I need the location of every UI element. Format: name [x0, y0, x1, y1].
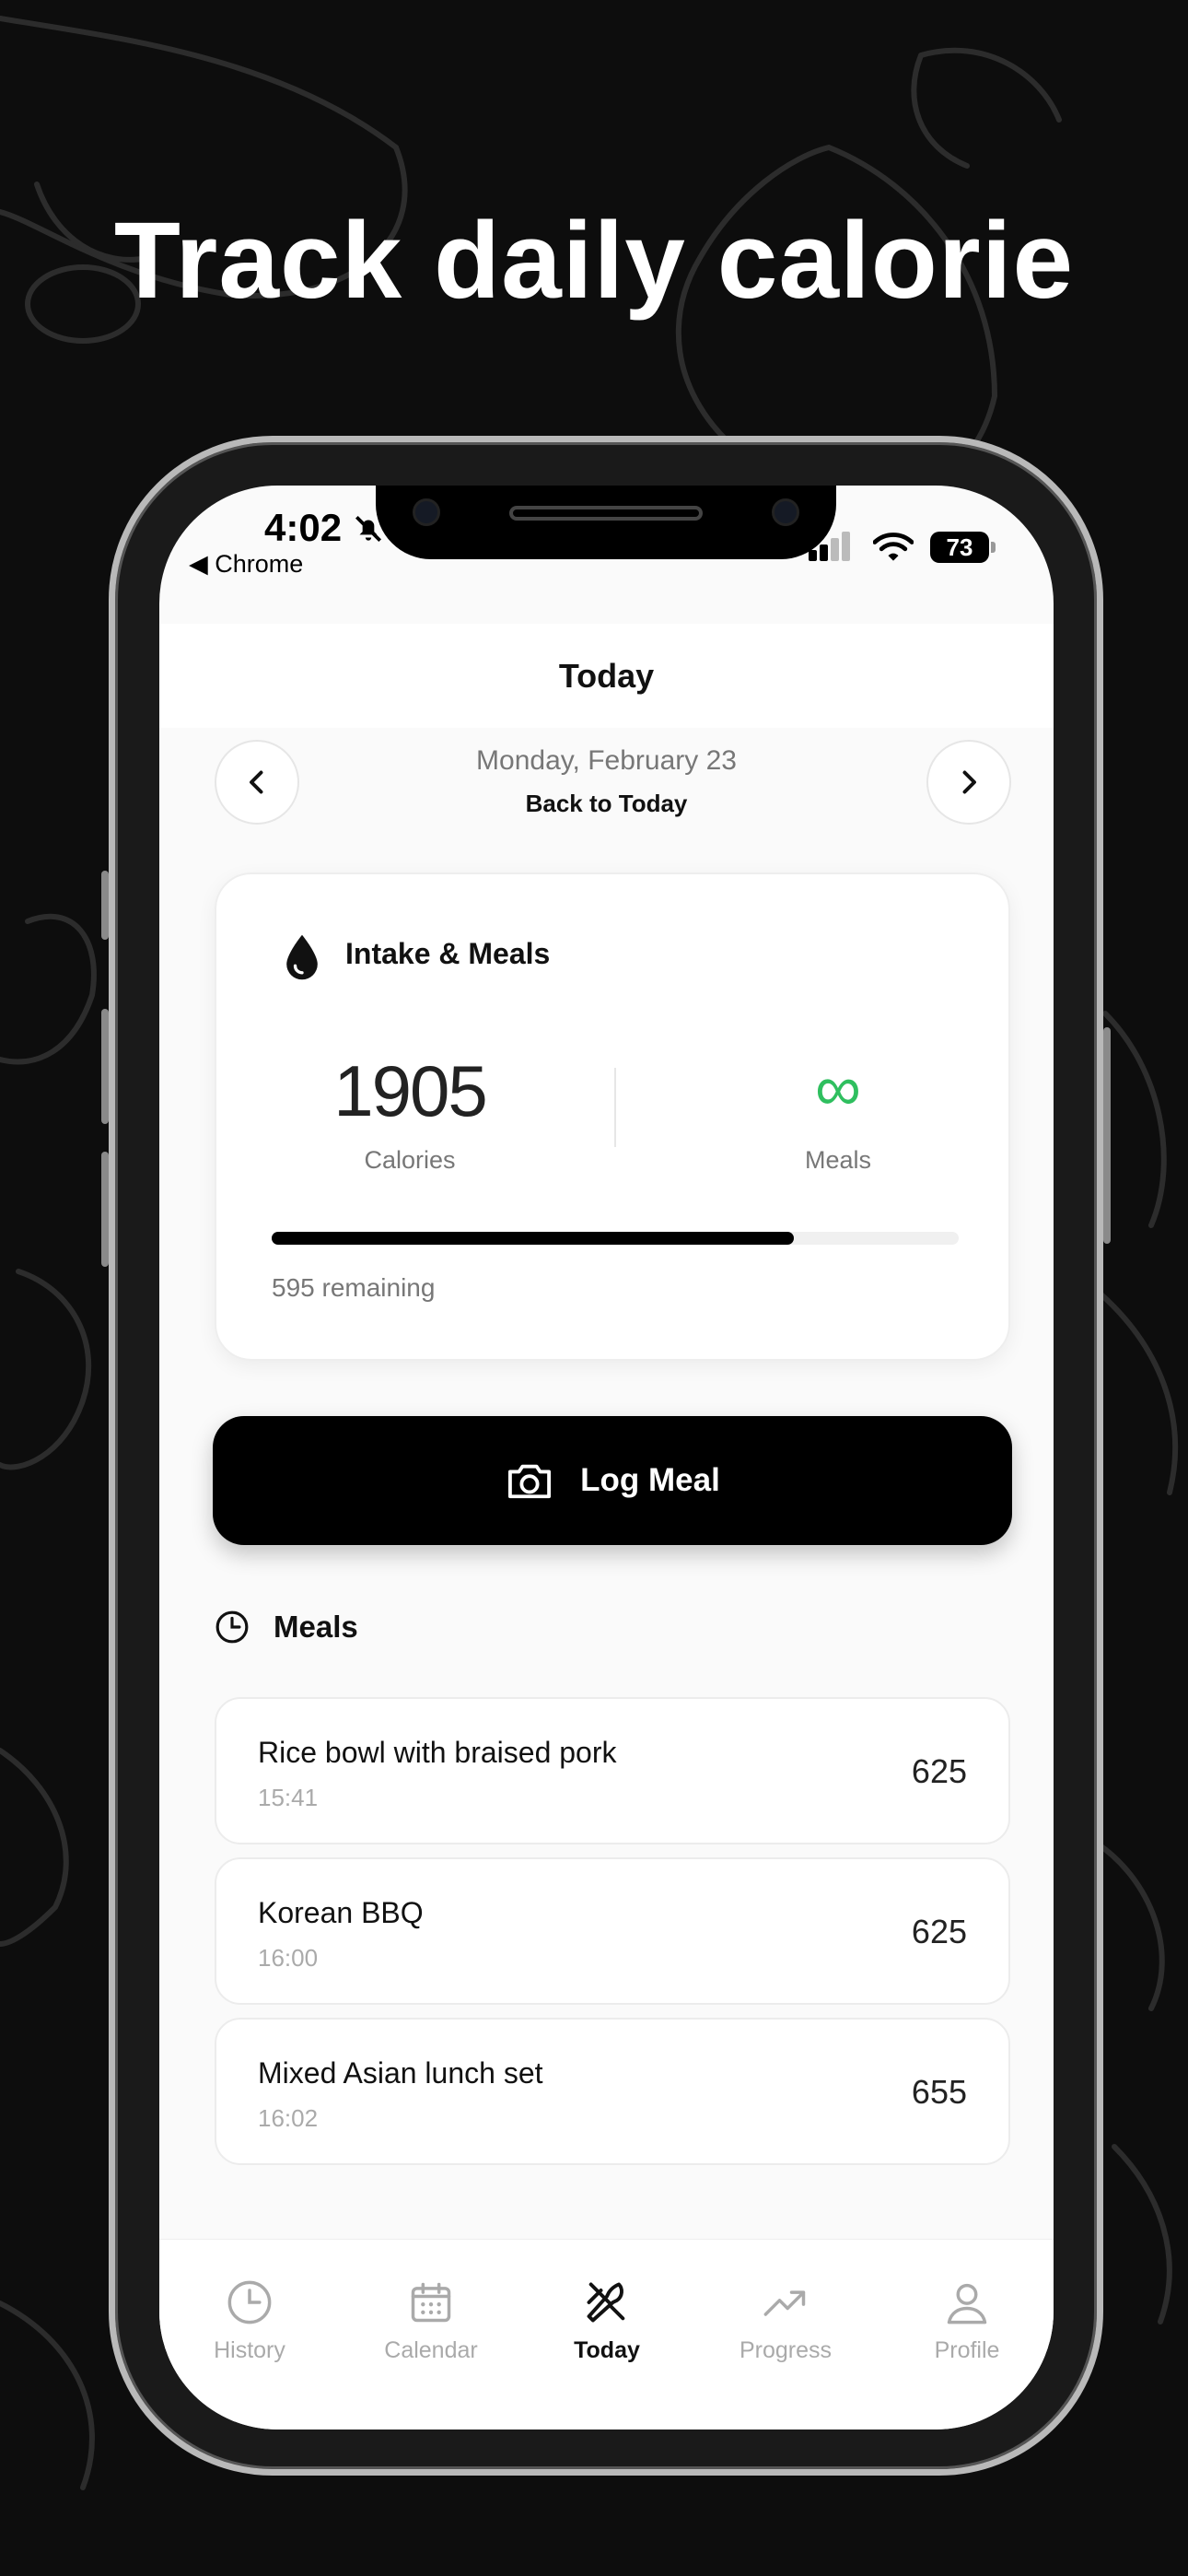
- status-time: 4:02: [264, 506, 343, 549]
- log-meal-button[interactable]: Log Meal: [213, 1416, 1012, 1545]
- water-drop-icon: [286, 934, 318, 980]
- wifi-icon: [873, 533, 914, 561]
- tab-profile[interactable]: Profile: [884, 2278, 1050, 2364]
- camera-icon: [413, 498, 440, 526]
- meal-time: 16:02: [258, 2104, 319, 2132]
- tab-label: Calendar: [384, 2337, 478, 2363]
- headline: Track daily calorie: [113, 200, 1075, 322]
- current-date: Monday, February 23: [476, 745, 737, 776]
- silent-bell-icon: [355, 515, 382, 543]
- trend-icon: [763, 2290, 806, 2316]
- fork-knife-icon: [587, 2282, 625, 2323]
- stats-divider: [614, 1068, 616, 1147]
- intake-card: Intake & Meals 1905 Calories ∞ Meals 595…: [215, 872, 1010, 1361]
- mute-switch: [101, 871, 109, 940]
- meals-count-label: Meals: [804, 1146, 872, 1174]
- tab-label: Progress: [739, 2337, 833, 2363]
- meal-time: 16:00: [258, 1944, 319, 1972]
- meal-time: 15:41: [258, 1784, 319, 1811]
- meal-list-item[interactable]: Korean BBQ 16:00 625: [215, 1857, 1010, 2005]
- phone-screen: 4:02 ◀ Chrome 73 Today Monday, February …: [159, 486, 1054, 2430]
- status-indicators: 73: [809, 532, 996, 563]
- remaining-calories: 595 remaining: [272, 1273, 436, 1302]
- speaker-grille: [509, 506, 703, 521]
- calories-value: 1905: [333, 1050, 488, 1131]
- next-day-button[interactable]: [926, 740, 1011, 825]
- back-to-app-link[interactable]: ◀ Chrome: [189, 550, 303, 579]
- calorie-progress-fill: [272, 1232, 794, 1245]
- intake-card-title: Intake & Meals: [345, 937, 551, 970]
- calorie-progress-bar: [272, 1232, 959, 1245]
- tab-calendar[interactable]: Calendar: [348, 2278, 514, 2364]
- calories-label: Calories: [364, 1146, 456, 1174]
- tab-today[interactable]: Today: [524, 2278, 690, 2364]
- page-title: Today: [159, 624, 1054, 728]
- person-icon: [947, 2283, 987, 2324]
- meals-section-title: Meals: [274, 1610, 358, 1644]
- meals-section-header: Meals: [215, 1610, 358, 1645]
- battery-indicator: 73: [930, 532, 996, 563]
- tab-progress[interactable]: Progress: [703, 2278, 868, 2364]
- signal-icon: [809, 532, 850, 561]
- meal-list-item[interactable]: Mixed Asian lunch set 16:02 655: [215, 2018, 1010, 2165]
- volume-up-button: [101, 1009, 109, 1124]
- tab-history[interactable]: History: [167, 2278, 332, 2364]
- chevron-right-icon: [962, 770, 976, 794]
- meal-calories: 625: [911, 1913, 967, 1950]
- camera-icon: [508, 1464, 552, 1499]
- back-to-today-link[interactable]: Back to Today: [159, 790, 1054, 818]
- meal-list-item[interactable]: Rice bowl with braised pork 15:41 625: [215, 1697, 1010, 1844]
- meal-name: Mixed Asian lunch set: [258, 2056, 543, 2090]
- meal-name: Korean BBQ: [258, 1896, 424, 1929]
- tab-label: History: [214, 2337, 285, 2363]
- calendar-icon: [411, 2282, 451, 2323]
- meal-name: Rice bowl with braised pork: [258, 1736, 617, 1769]
- tab-bar: History Calendar Today Progress Profile: [159, 2239, 1054, 2430]
- meals-count-value: ∞: [815, 1052, 861, 1124]
- clock-icon: [215, 1610, 249, 1644]
- sensor-icon: [772, 498, 799, 526]
- power-button: [1103, 1027, 1111, 1244]
- volume-down-button: [101, 1152, 109, 1267]
- meal-calories: 625: [911, 1752, 967, 1790]
- log-meal-label: Log Meal: [580, 1462, 720, 1498]
- meal-calories: 655: [911, 2073, 967, 2111]
- tab-label: Profile: [934, 2337, 1000, 2363]
- tab-label: Today: [574, 2337, 640, 2363]
- clock-icon: [227, 2280, 272, 2324]
- notch: [376, 486, 836, 559]
